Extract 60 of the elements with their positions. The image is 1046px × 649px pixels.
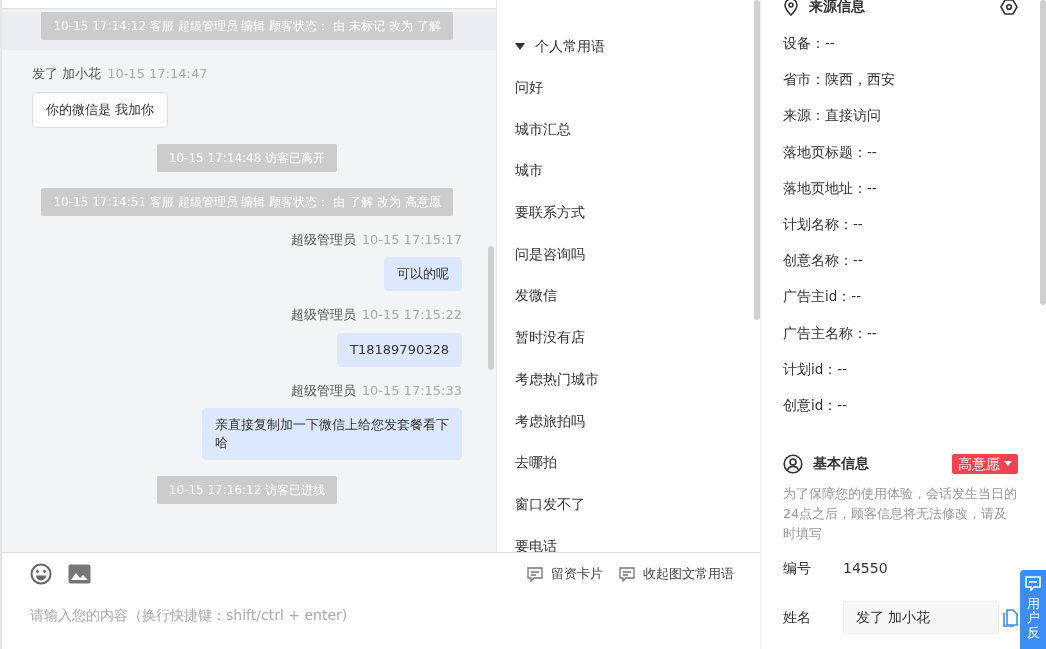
sender-name: 超级管理员	[290, 307, 356, 322]
info-field: 落地页标题：--	[783, 143, 877, 160]
message-bubble: 你的微信是 我加你	[32, 91, 169, 128]
message-icon	[619, 566, 635, 582]
location-pin-icon	[783, 0, 799, 16]
field-label: 编号	[783, 559, 812, 579]
phrase-item[interactable]: 发微信	[515, 287, 557, 304]
message-bubble: 可以的呢	[384, 257, 462, 291]
sender-name: 超级管理员	[290, 382, 356, 398]
toolbar-button[interactable]: 收起图文常用语	[619, 564, 734, 584]
settings-icon[interactable]	[1000, 0, 1018, 16]
info-field: 广告主id：--	[783, 288, 862, 305]
message-icon	[1025, 576, 1041, 591]
info-field: 广告主名称：--	[783, 324, 877, 341]
info-field: 来源：直接访问	[783, 107, 881, 124]
name-field[interactable]: 发了 加小花	[843, 601, 999, 635]
sender-name: 超级管理员	[290, 231, 356, 247]
image-icon[interactable]	[68, 564, 91, 584]
phrase-item[interactable]: 城市汇总	[515, 120, 571, 137]
info-field: 落地页地址：--	[783, 179, 877, 196]
phrase-item[interactable]: 城市	[515, 162, 543, 179]
info-field: 设备：--	[783, 35, 835, 51]
copy-icon[interactable]	[1003, 608, 1018, 627]
phrase-group[interactable]: 个人常用语	[535, 36, 605, 57]
field-value: 14550	[843, 559, 888, 579]
message-icon	[527, 566, 543, 582]
phrase-item[interactable]: 考虑旅拍吗	[515, 412, 585, 429]
user-icon	[783, 453, 803, 474]
info-field: 计划id：--	[783, 360, 848, 377]
emoji-icon[interactable]	[30, 563, 52, 585]
info-field: 创意id：--	[783, 396, 848, 413]
phrase-item[interactable]: 考虑热门城市	[515, 370, 599, 387]
message-bubble: T18189790328	[337, 332, 462, 367]
phrase-item[interactable]: 问是咨询吗	[515, 245, 585, 262]
sender-name: 发了 加小花	[32, 66, 102, 81]
phrase-item[interactable]: 问好	[515, 79, 543, 95]
caret-icon	[1004, 461, 1012, 467]
message-time: 10-15 17:14:47	[107, 66, 208, 81]
message-bubble: 亲直接复制加一下微信上给您发套餐看下哈	[202, 408, 462, 460]
phrase-item[interactable]: 去哪拍	[515, 454, 557, 471]
phrase-item[interactable]: 暂时没有店	[515, 329, 585, 346]
caret-icon[interactable]	[515, 43, 525, 50]
notice-text: 为了保障您的使用体验，会话发生当日的24点之后，顾客信息将无法修改，请及时填写	[783, 485, 1018, 544]
scrollbar-thumb[interactable]	[1040, 0, 1046, 305]
info-field: 计划名称：--	[783, 215, 863, 232]
scrollbar-thumb[interactable]	[488, 246, 494, 370]
message-time: 10-15 17:15:17	[361, 231, 462, 247]
toolbar-button[interactable]: 留资卡片	[527, 564, 603, 584]
message-time: 10-15 17:15:33	[361, 382, 462, 398]
info-field: 创意名称：--	[783, 252, 863, 269]
scrollbar-thumb[interactable]	[754, 0, 760, 320]
phrase-item[interactable]: 要电话	[515, 537, 557, 552]
status-dropdown[interactable]: 高意愿	[952, 453, 1018, 474]
phrase-item[interactable]: 要联系方式	[515, 204, 585, 221]
section-title: 来源信息	[809, 0, 865, 16]
phrase-item[interactable]: 窗口发不了	[515, 495, 585, 512]
message-time: 10-15 17:15:22	[361, 307, 462, 322]
section-title: 基本信息	[813, 454, 869, 474]
info-field: 省市：陕西，西安	[783, 71, 895, 88]
field-label: 姓名	[783, 608, 812, 628]
